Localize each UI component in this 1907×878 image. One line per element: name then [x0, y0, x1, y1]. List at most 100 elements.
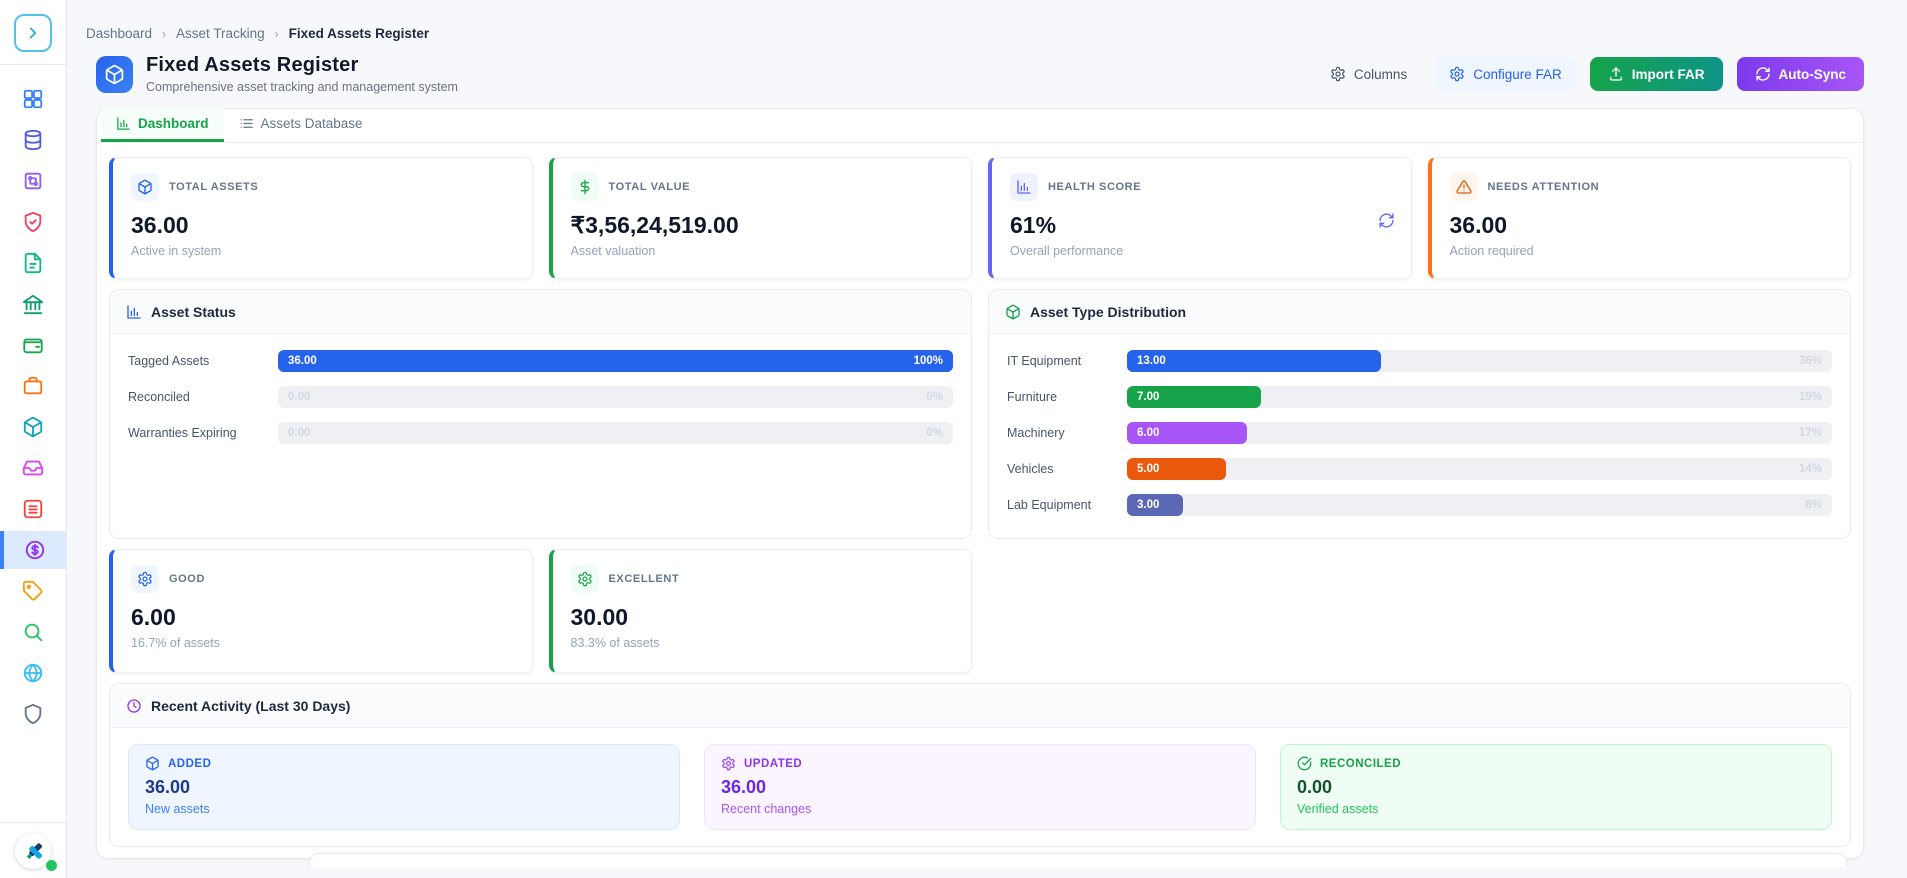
sidebar-toggle-button[interactable]: [14, 14, 52, 52]
condition-value: 30.00: [571, 604, 954, 631]
bar-value: 7.00: [1137, 391, 1159, 403]
briefcase-icon: [22, 375, 44, 397]
stat-card-total-value: TOTAL VALUE ₹3,56,24,519.00 Asset valuat…: [549, 157, 973, 279]
mid-panels: Asset Status Tagged Assets 36.00 100%: [109, 289, 1851, 539]
bar-track: 13.00 36%: [1127, 350, 1832, 372]
dollar-icon: [571, 173, 599, 201]
activity-label: RECONCILED: [1320, 758, 1401, 770]
sidebar-item-database[interactable]: [0, 128, 66, 152]
content-panel: Dashboard Assets Database TOTAL ASSETS 3: [96, 108, 1864, 859]
tab-dashboard[interactable]: Dashboard: [101, 108, 224, 142]
recent-activity-title: Recent Activity (Last 30 Days): [151, 698, 350, 714]
sync-icon: [1755, 66, 1771, 82]
upload-icon: [1608, 66, 1624, 82]
sidebar-item-tags[interactable]: [0, 579, 66, 603]
bar-track: 6.00 17%: [1127, 422, 1832, 444]
sidebar-item-search[interactable]: [0, 620, 66, 644]
condition-section: GOOD 6.00 16.7% of assets EXCELLENT 30.0…: [109, 549, 1851, 673]
sidebar-item-briefcase[interactable]: [0, 374, 66, 398]
asset-status-header: Asset Status: [110, 290, 971, 334]
dist-bar-it-equipment: IT Equipment 13.00 36%: [1007, 350, 1832, 372]
stat-card-needs-attention: NEEDS ATTENTION 36.00 Action required: [1428, 157, 1852, 279]
asset-type-distribution-title: Asset Type Distribution: [1030, 304, 1186, 320]
sidebar-item-admin[interactable]: [0, 702, 66, 726]
title-block: Fixed Assets Register Comprehensive asse…: [146, 54, 458, 94]
chevron-separator-icon: ›: [275, 27, 279, 41]
activity-label: ADDED: [168, 758, 211, 770]
asset-status-title: Asset Status: [151, 304, 236, 320]
import-far-button-label: Import FAR: [1632, 67, 1705, 82]
dist-bar-furniture: Furniture 7.00 19%: [1007, 386, 1832, 408]
globe-icon: [22, 662, 44, 684]
import-far-button[interactable]: Import FAR: [1590, 57, 1723, 91]
sidebar-item-documents[interactable]: [0, 251, 66, 275]
bar-chart-icon: [116, 116, 131, 131]
sidebar-item-security-check[interactable]: [0, 210, 66, 234]
drawer-icon: [22, 457, 44, 479]
check-circle-icon: [1297, 756, 1312, 771]
page-title-icon: [96, 56, 133, 93]
stat-card-total-assets: TOTAL ASSETS 36.00 Active in system: [109, 157, 533, 279]
auto-sync-button[interactable]: Auto-Sync: [1737, 57, 1865, 91]
sidebar-item-drawer[interactable]: [0, 456, 66, 480]
sidebar-item-bank[interactable]: [0, 292, 66, 316]
sidebar-item-automation[interactable]: [0, 169, 66, 193]
bar-track: 0.00 0%: [278, 422, 953, 444]
bar-percent: 0%: [926, 391, 943, 403]
configure-far-button[interactable]: Configure FAR: [1435, 57, 1576, 91]
sidebar-item-wallet[interactable]: [0, 333, 66, 357]
sidebar-item-web[interactable]: [0, 661, 66, 685]
tabbar: Dashboard Assets Database: [97, 109, 1863, 143]
refresh-health-icon[interactable]: [1378, 212, 1395, 234]
tab-assets-database[interactable]: Assets Database: [224, 108, 378, 142]
dashboard-body: TOTAL ASSETS 36.00 Active in system TOTA…: [97, 143, 1863, 867]
gear-icon: [1330, 66, 1346, 82]
condition-card-excellent: EXCELLENT 30.00 83.3% of assets: [549, 549, 973, 673]
activity-sublabel: New assets: [145, 802, 663, 816]
bar-chart-icon: [1010, 173, 1038, 201]
stat-sublabel: Active in system: [131, 244, 514, 258]
online-status-dot: [46, 860, 57, 871]
breadcrumb-asset-tracking[interactable]: Asset Tracking: [176, 26, 265, 41]
bank-icon: [22, 293, 44, 315]
warehouse-icon: [22, 498, 44, 520]
stat-sublabel: Asset valuation: [571, 244, 954, 258]
bar-fill: [278, 350, 953, 372]
app-logo[interactable]: [15, 833, 51, 869]
empty-space: [988, 549, 1851, 673]
condition-sublabel: 16.7% of assets: [131, 636, 514, 650]
sidebar-item-warehouse[interactable]: [0, 497, 66, 521]
list-icon: [239, 116, 254, 131]
database-icon: [22, 129, 44, 151]
box-icon: [145, 756, 160, 771]
box-icon: [104, 64, 125, 85]
page-subtitle: Comprehensive asset tracking and managem…: [146, 80, 458, 94]
columns-button[interactable]: Columns: [1316, 57, 1421, 91]
search-icon: [22, 621, 44, 643]
bar-percent: 8%: [1805, 499, 1822, 511]
sidebar-item-assets[interactable]: [0, 415, 66, 439]
sidebar-item-fixed-assets-active[interactable]: [0, 531, 66, 569]
dist-bar-vehicles: Vehicles 5.00 14%: [1007, 458, 1832, 480]
breadcrumb-dashboard[interactable]: Dashboard: [86, 26, 152, 41]
stat-card-row: TOTAL ASSETS 36.00 Active in system TOTA…: [109, 157, 1851, 279]
x-logo-icon: [22, 840, 44, 862]
stat-label: TOTAL ASSETS: [169, 181, 258, 193]
activity-value: 36.00: [145, 777, 663, 798]
bar-label: Vehicles: [1007, 462, 1127, 476]
bar-track: 3.00 8%: [1127, 494, 1832, 516]
bar-value: 5.00: [1137, 463, 1159, 475]
sidebar-item-dashboard[interactable]: [0, 87, 66, 111]
condition-sublabel: 83.3% of assets: [571, 636, 954, 650]
bar-chart-icon: [126, 304, 142, 320]
condition-cards: GOOD 6.00 16.7% of assets EXCELLENT 30.0…: [109, 549, 972, 673]
dollar-circle-icon: [24, 539, 46, 561]
stat-sublabel: Action required: [1450, 244, 1833, 258]
stat-label: TOTAL VALUE: [609, 181, 691, 193]
bar-percent: 100%: [914, 355, 943, 367]
bar-value: 0.00: [288, 427, 310, 439]
bar-track: 36.00 100%: [278, 350, 953, 372]
gear-icon: [131, 565, 159, 593]
condition-card-good: GOOD 6.00 16.7% of assets: [109, 549, 533, 673]
warning-icon: [1450, 173, 1478, 201]
